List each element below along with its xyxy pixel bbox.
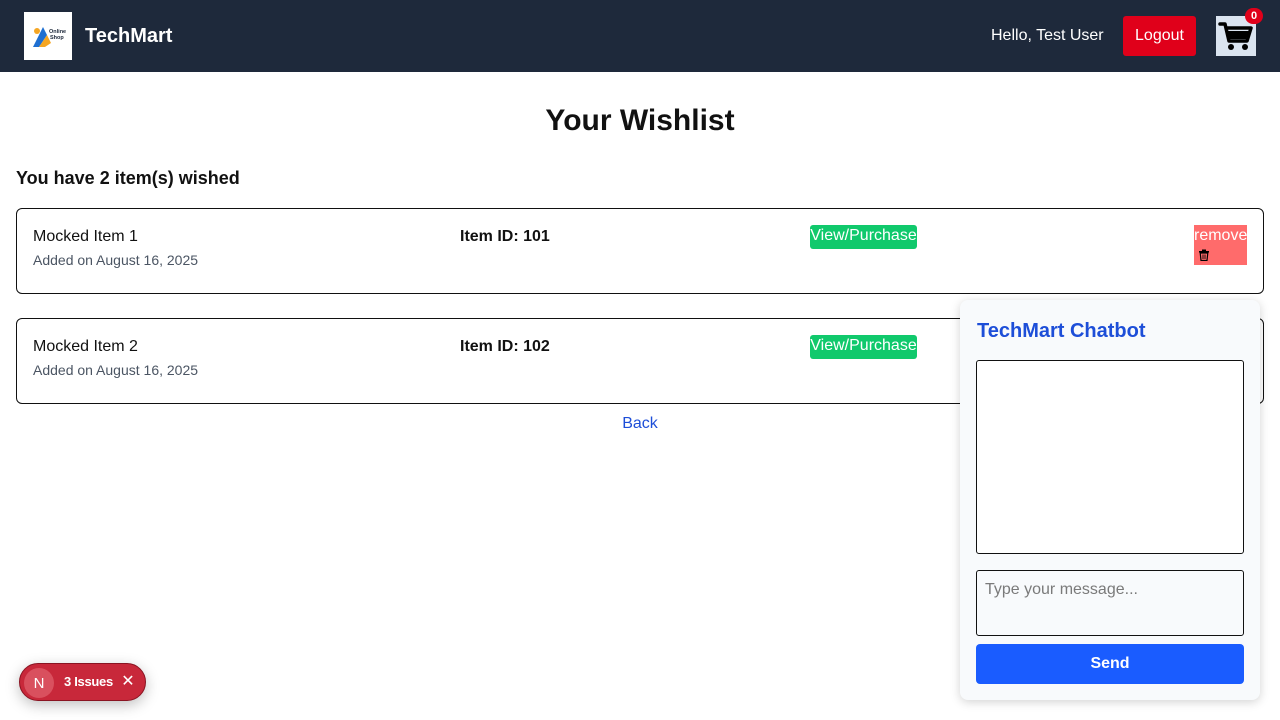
trash-icon	[1199, 249, 1209, 261]
dev-issues-badge[interactable]: N 3 Issues ✕	[19, 663, 146, 701]
brand-logo[interactable]: Online Shop	[24, 12, 72, 60]
remove-label: remove	[1194, 227, 1248, 244]
wishlist-count: You have 2 item(s) wished	[16, 168, 240, 188]
chatbot-title: TechMart Chatbot	[977, 320, 1146, 342]
view-purchase-button[interactable]: View/Purchase	[810, 225, 917, 249]
chatbot-panel: TechMart Chatbot Send	[960, 300, 1260, 700]
close-icon[interactable]: ✕	[120, 673, 136, 691]
back-link-text[interactable]: Back	[622, 415, 658, 432]
page-title: Your Wishlist	[545, 104, 735, 137]
logout-button[interactable]: Logout	[1123, 16, 1196, 56]
brand-name[interactable]: TechMart	[85, 24, 172, 48]
remove-button[interactable]: remove	[1194, 225, 1247, 265]
chatbot-message-input[interactable]	[976, 570, 1244, 636]
user-greeting: Hello, Test User	[991, 27, 1104, 44]
item-added-date: Added on August 16, 2025	[33, 362, 199, 378]
online-shop-logo-icon: Online Shop	[33, 27, 66, 47]
item-id: Item ID: 101	[460, 228, 550, 245]
nextjs-logo-icon: N	[24, 668, 54, 698]
item-added-date: Added on August 16, 2025	[33, 252, 199, 268]
chatbot-send-button[interactable]: Send	[976, 644, 1244, 684]
item-id: Item ID: 102	[460, 338, 550, 355]
cart-count-badge: 0	[1245, 8, 1263, 24]
shopping-cart-icon	[1218, 22, 1253, 50]
item-name: Mocked Item 2	[33, 338, 138, 355]
chatbot-message-log[interactable]	[976, 360, 1244, 554]
top-navbar: Online Shop TechMart Hello, Test User Lo…	[0, 0, 1280, 72]
view-purchase-button[interactable]: View/Purchase	[810, 335, 917, 359]
wishlist-item-card: Mocked Item 1 Added on August 16, 2025 I…	[16, 208, 1264, 294]
issues-count-label[interactable]: 3 Issues	[64, 674, 113, 690]
logo-text-line2: Shop	[50, 35, 64, 41]
item-name: Mocked Item 1	[33, 228, 138, 245]
